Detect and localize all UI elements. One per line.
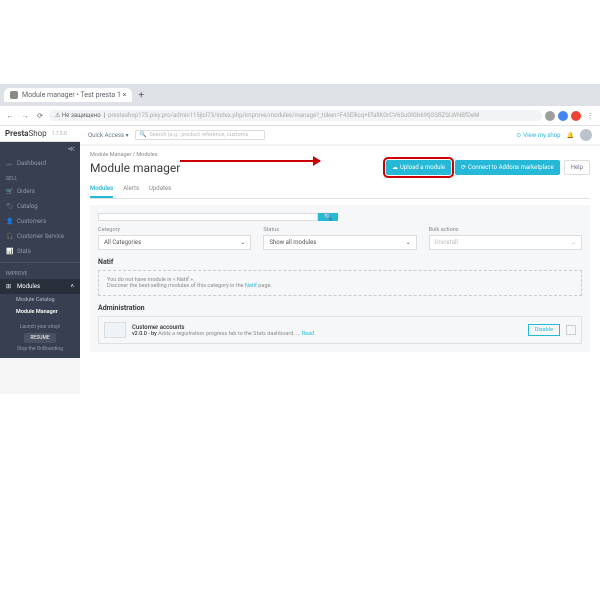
- link-icon: ⟳: [461, 164, 466, 171]
- sidebar-sub-manager[interactable]: Module Manager: [0, 306, 80, 318]
- disable-button[interactable]: Disable: [528, 324, 560, 336]
- extension-icon[interactable]: [558, 111, 568, 121]
- module-name: Customer accounts: [132, 324, 184, 331]
- sidebar-item-customers[interactable]: 👤Customers: [0, 214, 80, 229]
- page-title: Module manager: [90, 161, 180, 175]
- reload-icon[interactable]: ⟳: [34, 110, 46, 122]
- onboarding-box: Launch your shop! RESUME Stop the OnBoar…: [0, 318, 80, 358]
- filter-panel: 🔍 Category All Categories⌄ Status Show a…: [90, 205, 590, 352]
- url-text: prestashop175.pixy.pro/admin115jicl73/in…: [108, 112, 479, 119]
- quick-access-menu[interactable]: Quick Access ▾: [88, 132, 129, 139]
- catalog-icon: 🏷: [6, 203, 13, 210]
- sidebar-item-orders[interactable]: 🛒Orders: [0, 184, 80, 199]
- section-admin-title: Administration: [98, 304, 582, 312]
- bulk-select[interactable]: Uninstall⌄: [429, 235, 582, 250]
- category-select[interactable]: All Categories⌄: [98, 235, 251, 250]
- chevron-down-icon: ⌄: [406, 239, 411, 246]
- extension-icon[interactable]: [571, 111, 581, 121]
- category-label: Category: [98, 227, 251, 233]
- help-button[interactable]: Help: [564, 160, 590, 175]
- natif-link[interactable]: Natif: [245, 283, 257, 289]
- tab-modules[interactable]: Modules: [90, 181, 113, 198]
- chevron-up-icon: ˄: [70, 283, 74, 290]
- module-search-button[interactable]: 🔍: [318, 213, 338, 221]
- sidebar-section-sell: SELL: [0, 171, 80, 184]
- global-search[interactable]: 🔍 Search (e.g.: product reference, custo…: [135, 130, 265, 140]
- module-checkbox[interactable]: [566, 325, 576, 335]
- customers-icon: 👤: [6, 218, 13, 225]
- breadcrumb: Module Manager / Modules: [90, 152, 590, 158]
- stop-onboarding-link[interactable]: Stop the OnBoarding: [6, 346, 74, 352]
- view-shop-link[interactable]: ⊙View my shop: [516, 132, 560, 139]
- sidebar-item-catalog[interactable]: 🏷Catalog: [0, 199, 80, 214]
- insecure-icon: ⚠ Не защищено: [55, 112, 101, 119]
- cloud-upload-icon: ☁: [392, 164, 398, 171]
- sidebar-item-modules[interactable]: ⊞Modules˄: [0, 279, 80, 294]
- menu-icon[interactable]: ⋮: [584, 110, 596, 122]
- chevron-down-icon: ⌄: [240, 239, 245, 246]
- upload-module-button[interactable]: ☁Upload a module: [386, 160, 451, 175]
- new-tab-button[interactable]: +: [132, 90, 150, 101]
- tab-title: Module manager • Test presta 1 ×: [22, 91, 126, 99]
- orders-icon: 🛒: [6, 188, 13, 195]
- module-tabs: Modules Alerts Updates: [90, 181, 590, 199]
- browser-toolbar: ← → ⟳ ⚠ Не защищено | prestashop175.pixy…: [0, 106, 600, 126]
- module-icon: [104, 322, 126, 338]
- module-search-input[interactable]: [98, 213, 318, 221]
- sidebar: ≪ 〰Dashboard SELL 🛒Orders 🏷Catalog 👤Cust…: [0, 142, 80, 358]
- service-icon: 🎧: [6, 233, 13, 240]
- browser-tab[interactable]: Module manager • Test presta 1 ×: [4, 88, 132, 102]
- forward-icon[interactable]: →: [19, 110, 31, 122]
- main-content: Quick Access ▾ 🔍 Search (e.g.: product r…: [80, 126, 600, 394]
- notifications-icon[interactable]: 🔔: [567, 132, 574, 139]
- extension-icon[interactable]: [545, 111, 555, 121]
- stats-icon: 📊: [6, 248, 13, 255]
- app-frame: PrestaShop 1.7.5.0 ≪ 〰Dashboard SELL 🛒Or…: [0, 126, 600, 394]
- connect-addons-button[interactable]: ⟳Connect to Addons marketplace: [455, 160, 560, 175]
- topbar: Quick Access ▾ 🔍 Search (e.g.: product r…: [80, 126, 600, 146]
- collapse-icon[interactable]: ≪: [68, 145, 75, 153]
- section-natif-title: Natif: [98, 258, 582, 266]
- logo: PrestaShop 1.7.5.0: [0, 126, 80, 142]
- sidebar-item-customer-service[interactable]: 🎧Customer Service: [0, 229, 80, 244]
- tab-updates[interactable]: Updates: [149, 181, 171, 198]
- bulk-label: Bulk actions: [429, 227, 582, 233]
- tab-favicon-icon: [10, 91, 18, 99]
- logo-text: PrestaShop: [5, 129, 47, 138]
- sidebar-item-stats[interactable]: 📊Stats: [0, 244, 80, 259]
- version-text: 1.7.5.0: [52, 131, 67, 137]
- chevron-down-icon: ⌄: [571, 239, 576, 246]
- sidebar-section-improve: IMPROVE: [0, 266, 80, 279]
- read-more-link[interactable]: Read: [302, 331, 314, 337]
- back-icon[interactable]: ←: [4, 110, 16, 122]
- avatar[interactable]: [580, 129, 592, 141]
- status-select[interactable]: Show all modules⌄: [263, 235, 416, 250]
- search-icon: 🔍: [324, 213, 333, 221]
- eye-icon: ⊙: [516, 132, 521, 139]
- address-bar[interactable]: ⚠ Не защищено | prestashop175.pixy.pro/a…: [49, 110, 542, 121]
- annotation-arrow: [180, 160, 320, 162]
- natif-empty-box: You do not have module in « Natif ». Dis…: [98, 270, 582, 296]
- search-icon: 🔍: [140, 132, 147, 138]
- dashboard-icon: 〰: [6, 160, 13, 167]
- resume-button[interactable]: RESUME: [24, 333, 55, 343]
- sidebar-sub-catalog[interactable]: Module Catalog: [0, 294, 80, 306]
- sidebar-item-dashboard[interactable]: 〰Dashboard: [0, 156, 80, 171]
- browser-tab-bar: Module manager • Test presta 1 × +: [0, 84, 600, 106]
- tab-alerts[interactable]: Alerts: [123, 181, 139, 198]
- module-row: Customer accounts v2.0.0 - by Adds a reg…: [98, 316, 582, 344]
- modules-icon: ⊞: [6, 283, 13, 290]
- status-label: Status: [263, 227, 416, 233]
